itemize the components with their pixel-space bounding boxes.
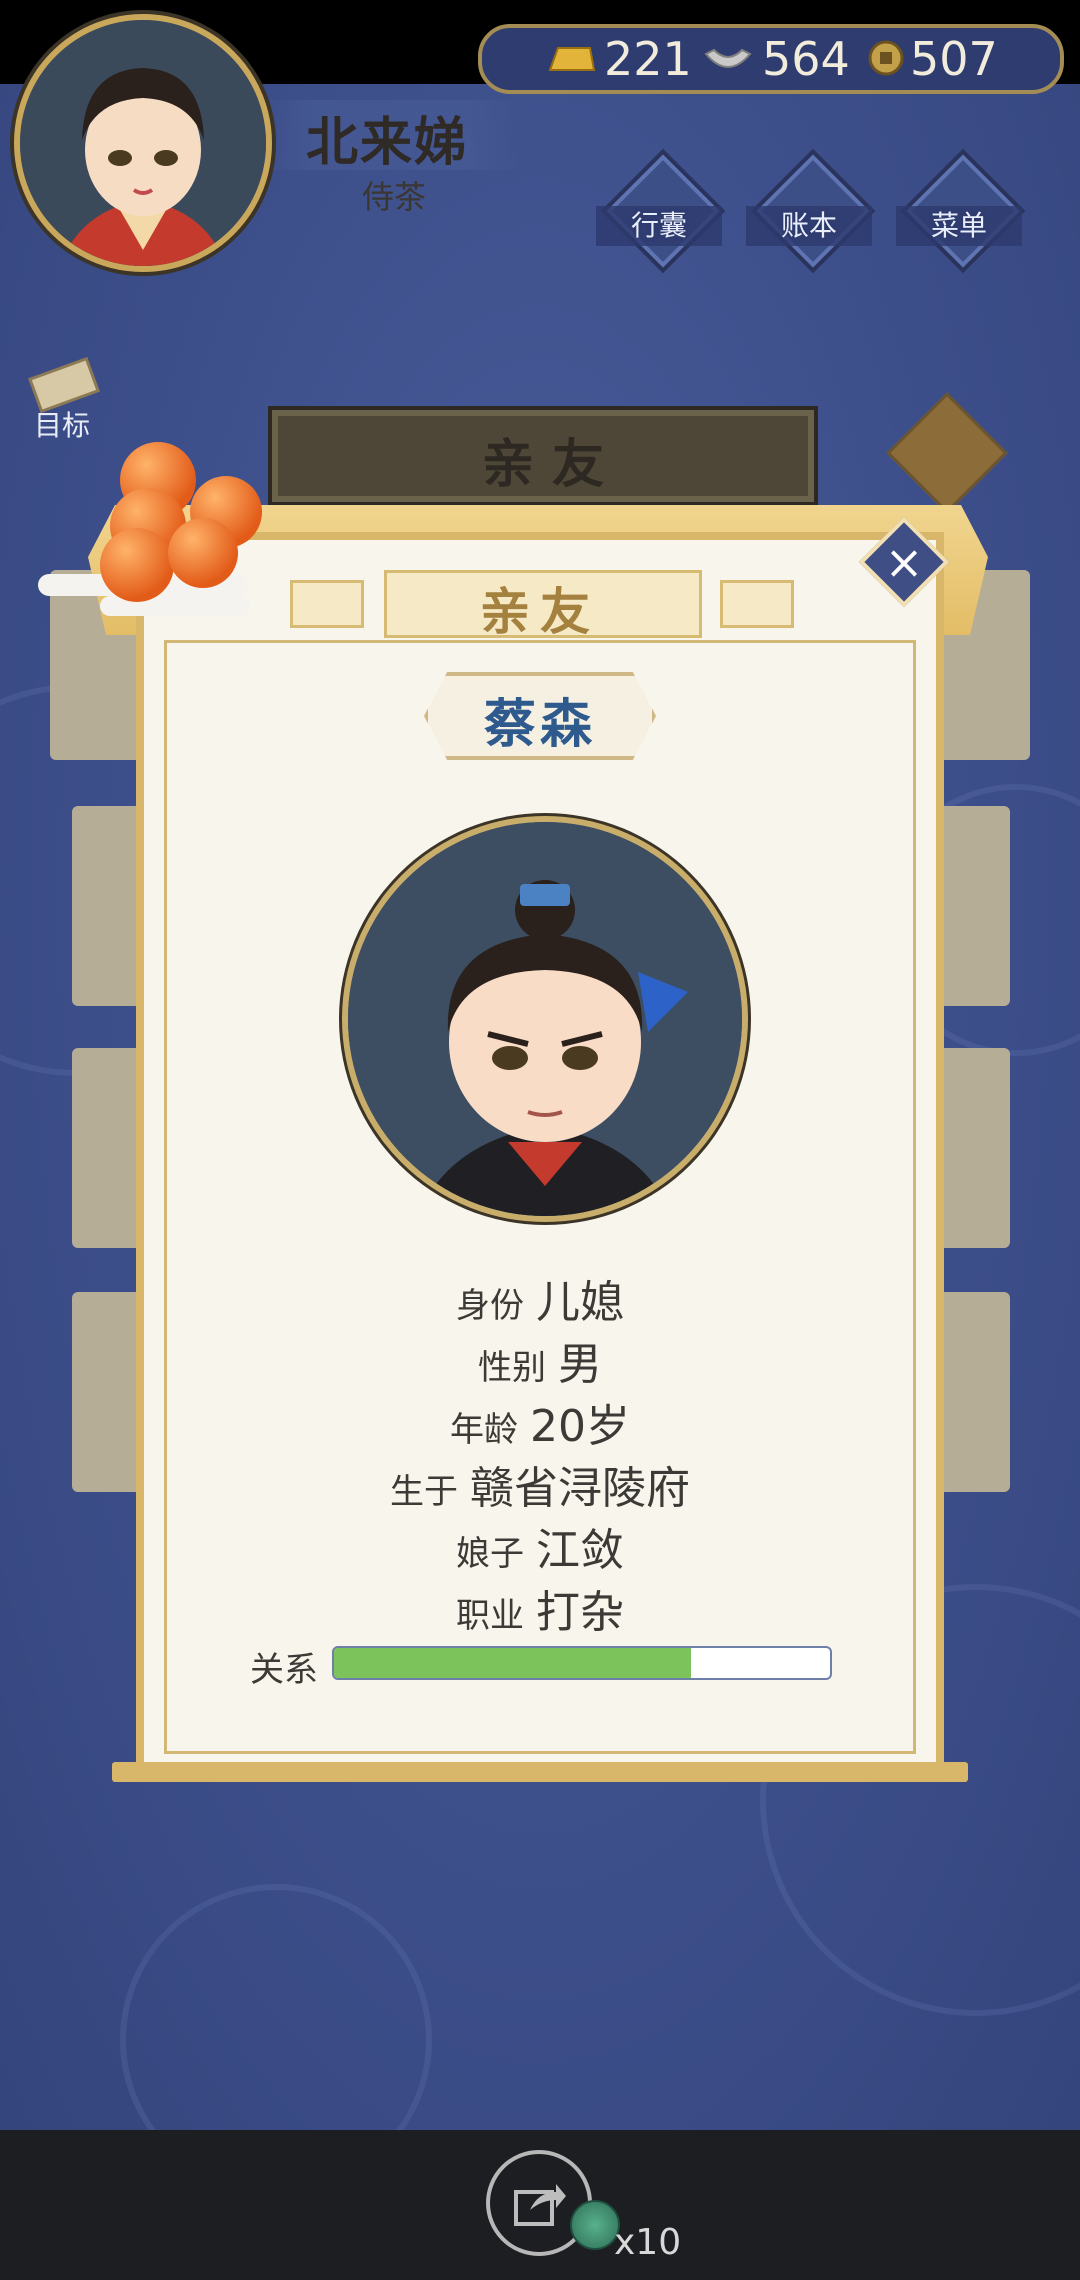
info-key: 生于 [390,1472,458,1512]
goal-label: 目标 [34,409,91,442]
info-value: 江敛 [536,1525,624,1576]
info-key: 娘子 [456,1534,524,1574]
dialog-side-tab [290,580,364,628]
info-value: 儿媳 [536,1277,624,1328]
player-avatar[interactable] [14,14,272,272]
gold-amount: 221 [604,32,692,86]
silver-amount: 564 [762,32,850,86]
ledger-button[interactable]: 账本 [746,148,876,274]
info-row-age: 年龄 20岁 [0,1390,1080,1454]
relative-name-plate: 蔡森 [424,672,656,760]
info-value: 20岁 [530,1401,630,1452]
relation-label: 关系 [250,1650,318,1690]
background-panel-title-text: 亲 友 [481,435,605,495]
info-row-gender: 性别男 [0,1328,1080,1392]
gold-ingot-icon [548,47,596,71]
background-panel-title: 亲 友 [268,406,818,506]
coin-amount: 507 [910,32,998,86]
dialog-side-tab [720,580,794,628]
silver-ingot-icon [704,48,752,68]
ledger-label: 账本 [780,209,837,242]
info-key: 年龄 [450,1410,518,1450]
info-row-spouse: 娘子 江敛 [0,1514,1080,1578]
info-key: 职业 [456,1596,524,1636]
bag-label: 行囊 [630,209,687,242]
background-swirl [120,1884,432,2130]
copper-coin-icon [868,40,904,76]
jade-coin-icon [570,2200,620,2250]
dialog-base [112,1762,968,1782]
relative-portrait [342,816,748,1222]
menu-label: 菜单 [930,209,987,242]
info-row-birthplace: 生于 赣省浔陵府 [0,1452,1080,1516]
player-name: 北来娣 [306,113,469,173]
player-portrait-icon [20,20,266,266]
dialog-title: 亲友 [480,583,600,641]
bag-button[interactable]: 行囊 [596,148,726,274]
info-value: 打杂 [536,1587,624,1638]
info-key: 身份 [456,1286,524,1326]
share-icon [514,2184,566,2226]
share-reward-count: x10 [614,2222,682,2263]
relation-bar-fill [334,1648,692,1678]
info-key: 性别 [478,1348,546,1388]
currency-bar: 221 564 507 [478,24,1064,94]
relative-portrait-icon [348,822,742,1216]
orange-decoration [100,528,174,602]
close-icon: × [884,535,924,589]
player-rank: 侍茶 [362,178,427,216]
info-row-identity: 身份 儿媳 [0,1266,1080,1330]
menu-button[interactable]: 菜单 [896,148,1026,274]
relative-name: 蔡森 [483,695,596,755]
info-value: 赣省浔陵府 [470,1463,690,1514]
orange-decoration [168,518,238,588]
relation-bar [332,1646,832,1680]
info-row-occupation: 职业 打杂 [0,1576,1080,1640]
info-value: 男 [558,1339,602,1390]
